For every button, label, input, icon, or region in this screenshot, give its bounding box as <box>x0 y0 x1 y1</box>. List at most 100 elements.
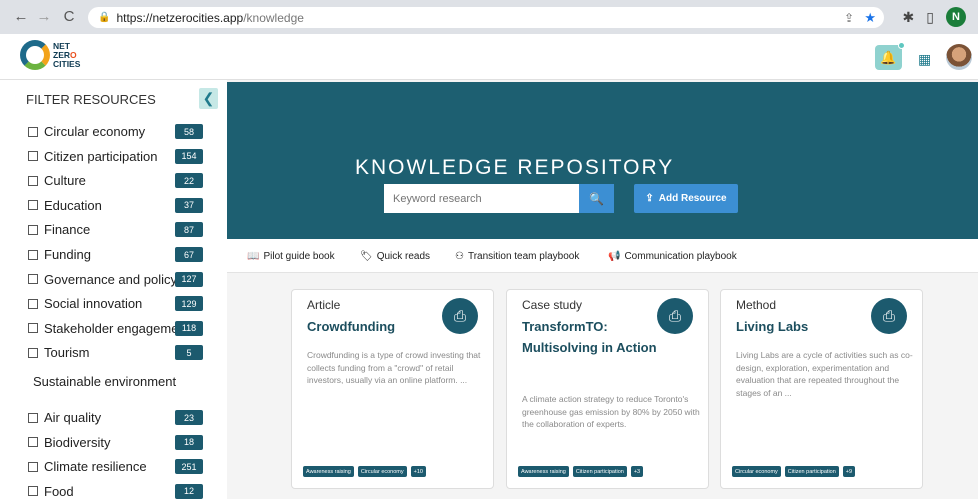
tag-badge[interactable]: Circular economy <box>357 466 407 477</box>
filter-checkbox-item[interactable]: Stakeholder engagement 118 <box>28 320 205 336</box>
filter-label: Tourism <box>44 345 90 361</box>
bookmark-star-icon[interactable]: ★ <box>864 10 876 26</box>
filter-checkbox-item[interactable]: Education 37 <box>28 197 205 213</box>
checkbox[interactable] <box>28 461 38 472</box>
filter-count-badge: 127 <box>175 271 203 287</box>
filter-count-badge: 67 <box>175 247 203 262</box>
filter-label: Food <box>44 483 74 499</box>
apps-grid-icon[interactable]: ▦ <box>918 51 931 68</box>
megaphone-icon: 📢 <box>608 251 621 262</box>
resource-card[interactable]: Case study TransformTO: Multisolving in … <box>506 289 709 489</box>
upload-icon: ⇪ <box>645 193 654 204</box>
card-title[interactable]: Crowdfunding <box>307 316 442 337</box>
app-header <box>0 34 978 80</box>
tag-more-badge[interactable]: +10 <box>410 466 426 477</box>
filter-checkbox-item[interactable]: Food 12 <box>28 483 205 499</box>
tag-badge[interactable]: Citizen participation <box>572 466 627 477</box>
checkbox[interactable] <box>28 323 38 334</box>
sidepanel-icon[interactable]: ▯ <box>926 9 934 26</box>
share-icon[interactable]: ⇪ <box>844 11 854 25</box>
tag-badge[interactable]: Awareness raising <box>303 466 354 477</box>
url-host: https://netzerocities.app <box>116 10 244 25</box>
card-title[interactable]: Living Labs <box>736 316 871 337</box>
card-type: Method <box>736 298 777 312</box>
logo-ring-icon <box>20 40 50 70</box>
checkbox[interactable] <box>28 224 38 235</box>
back-icon[interactable]: ← <box>10 8 32 25</box>
tag-badge[interactable]: Circular economy <box>732 466 781 477</box>
tag-more-badge[interactable]: +3 <box>630 466 644 477</box>
checkbox[interactable] <box>28 126 38 137</box>
checkbox[interactable] <box>28 200 38 211</box>
filter-group-label: Sustainable environment <box>33 374 177 389</box>
add-resource-button[interactable]: ⇪ Add Resource <box>634 184 738 213</box>
filter-count-badge: 23 <box>175 410 203 425</box>
checkbox[interactable] <box>28 412 38 423</box>
notifications-bell-icon[interactable]: 🔔 <box>875 45 902 70</box>
checkbox[interactable] <box>28 249 38 260</box>
tag-badge[interactable]: Awareness raising <box>518 466 569 477</box>
document-icon: ⎙ <box>442 298 478 334</box>
filter-count-badge: 87 <box>175 222 203 238</box>
search-button[interactable]: 🔍 <box>579 184 614 213</box>
card-type: Article <box>307 298 341 312</box>
filter-checkbox-item[interactable]: Circular economy 58 <box>28 124 205 139</box>
filter-label: Culture <box>44 173 86 189</box>
filter-checkbox-item[interactable]: Air quality 23 <box>28 410 205 425</box>
filter-label: Stakeholder engagement <box>44 320 190 336</box>
tag-more-badge[interactable]: +9 <box>842 466 856 477</box>
collapse-sidebar-button[interactable]: ❮ <box>199 88 218 109</box>
resource-card[interactable]: Article Crowdfunding ⎙ Crowdfunding is a… <box>291 289 494 489</box>
checkbox[interactable] <box>28 175 38 186</box>
tab-transition-team-playbook[interactable]: ⚇ Transition team playbook <box>455 251 579 262</box>
card-description: Crowdfunding is a type of crowd investin… <box>307 350 481 385</box>
filter-count-badge: 22 <box>175 173 203 189</box>
filter-label: Air quality <box>44 410 102 425</box>
tab-pilot-guide-book[interactable]: 📖 Pilot guide book <box>247 251 335 262</box>
page-title: KNOWLEDGE REPOSITORY <box>355 156 675 179</box>
filter-checkbox-item[interactable]: Finance 87 <box>28 222 205 238</box>
filter-checkbox-item[interactable]: Social innovation 129 <box>28 296 205 312</box>
card-tags: Awareness raising Circular economy +10 <box>303 466 426 477</box>
checkbox[interactable] <box>28 486 38 497</box>
tab-quick-reads[interactable]: 🏷 Quick reads <box>360 251 430 262</box>
filter-checkbox-item[interactable]: Funding 67 <box>28 247 205 262</box>
browser-toolbar: ← → C 🔒 https://netzerocities.app/knowle… <box>0 0 978 34</box>
filter-label: Climate resilience <box>44 459 147 475</box>
resource-card[interactable]: Method Living Labs ⎙ Living Labs are a c… <box>720 289 923 489</box>
tab-communication-playbook[interactable]: 📢 Communication playbook <box>608 251 737 262</box>
url-path: /knowledge <box>243 10 304 25</box>
filter-checkbox-item[interactable]: Citizen participation 154 <box>28 148 205 164</box>
netzerocities-logo[interactable]: NET ZERO CITIES <box>20 40 80 70</box>
address-bar[interactable]: 🔒 https://netzerocities.app/knowledge ⇪ … <box>88 7 884 28</box>
card-description: Living Labs are a cycle of activities su… <box>736 350 913 398</box>
reload-icon[interactable]: C <box>58 8 80 25</box>
document-icon: ⎙ <box>871 298 907 334</box>
keyword-search-input[interactable] <box>384 184 579 213</box>
extensions-icon[interactable]: ✱ <box>903 9 915 26</box>
checkbox[interactable] <box>28 151 38 162</box>
checkbox[interactable] <box>28 274 38 285</box>
lock-icon: 🔒 <box>98 12 111 23</box>
card-title[interactable]: TransformTO: Multisolving in Action <box>522 316 657 358</box>
filter-checkbox-item[interactable]: Biodiversity 18 <box>28 434 205 450</box>
card-type: Case study <box>522 298 583 312</box>
user-avatar[interactable] <box>946 44 972 70</box>
filter-checkbox-item[interactable]: Tourism 5 <box>28 345 205 361</box>
checkbox[interactable] <box>28 347 38 358</box>
checkbox[interactable] <box>28 298 38 309</box>
document-icon: ⎙ <box>657 298 693 334</box>
browser-profile-avatar[interactable]: N <box>946 7 966 27</box>
filter-checkbox-item[interactable]: Climate resilience 251 <box>28 459 205 475</box>
filter-checkbox-item[interactable]: Governance and policy 127 <box>28 271 205 287</box>
filter-checkbox-item[interactable]: Culture 22 <box>28 173 205 189</box>
filter-label: Governance and policy <box>44 271 177 287</box>
tag-icon: 🏷 <box>360 251 373 262</box>
filter-count-badge: 58 <box>175 124 203 139</box>
filter-count-badge: 251 <box>175 459 203 475</box>
filter-count-badge: 37 <box>175 197 203 213</box>
card-tags: Awareness raising Citizen participation … <box>518 466 644 477</box>
checkbox[interactable] <box>28 437 38 448</box>
forward-icon[interactable]: → <box>33 8 55 25</box>
tag-badge[interactable]: Citizen participation <box>784 466 839 477</box>
